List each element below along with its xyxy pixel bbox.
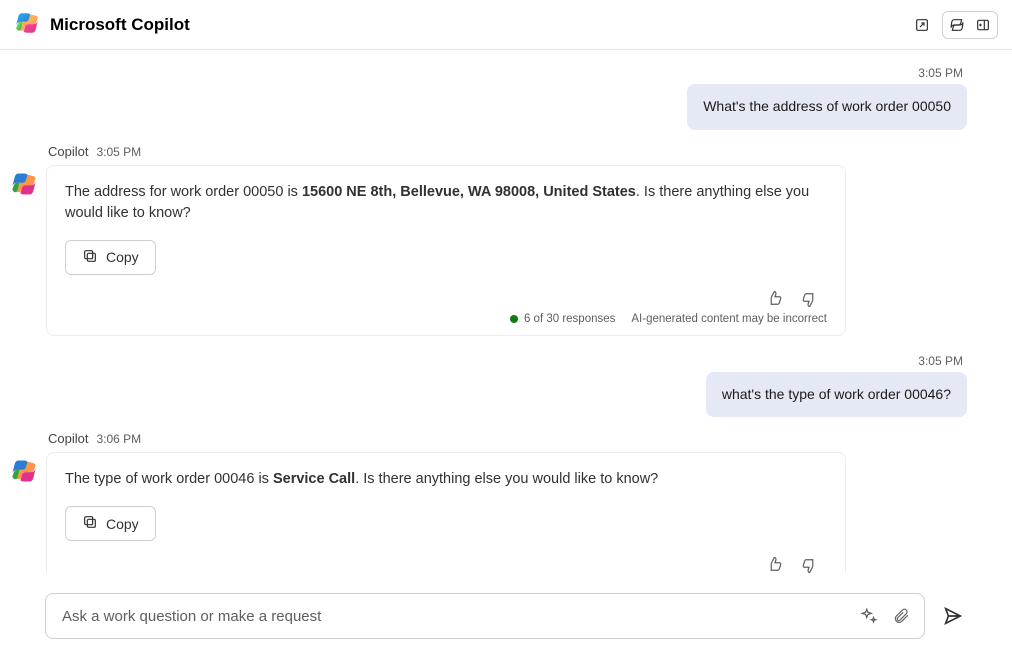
thumbs-up-icon[interactable] bbox=[763, 287, 787, 311]
thumbs-down-icon[interactable] bbox=[797, 553, 821, 573]
bot-message: Copilot 3:06 PM The type of work order 0… bbox=[10, 431, 967, 573]
composer-input[interactable] bbox=[62, 608, 858, 625]
user-message: 3:05 PM What's the address of work order… bbox=[10, 66, 967, 130]
thumbs-up-icon[interactable] bbox=[763, 553, 787, 573]
copy-icon bbox=[82, 514, 98, 533]
bot-card: The address for work order 00050 is 1560… bbox=[46, 165, 846, 336]
copy-icon bbox=[82, 248, 98, 267]
user-bubble: What's the address of work order 00050 bbox=[687, 84, 967, 130]
bot-message: Copilot 3:05 PM The address for work ord… bbox=[10, 144, 967, 336]
copilot-avatar-icon bbox=[10, 457, 38, 485]
feedback-row bbox=[65, 553, 827, 573]
ai-disclaimer: AI-generated content may be incorrect bbox=[631, 313, 827, 325]
composer-icons bbox=[858, 605, 912, 627]
sparkle-icon[interactable] bbox=[858, 605, 880, 627]
message-timestamp: 3:06 PM bbox=[96, 432, 141, 446]
composer bbox=[0, 573, 1012, 663]
status-dot-icon bbox=[510, 315, 518, 323]
copilot-logo-icon bbox=[14, 10, 40, 39]
card-footer: 6 of 30 responses AI-generated content m… bbox=[65, 313, 827, 325]
header-toggle-group bbox=[942, 11, 998, 39]
copilot-mode-icon[interactable] bbox=[944, 13, 970, 37]
bot-name: Copilot bbox=[48, 144, 88, 159]
thumbs-down-icon[interactable] bbox=[797, 287, 821, 311]
header-actions bbox=[908, 11, 998, 39]
message-timestamp: 3:05 PM bbox=[918, 354, 967, 368]
open-new-window-icon[interactable] bbox=[908, 11, 936, 39]
bot-meta: Copilot 3:05 PM bbox=[46, 144, 846, 159]
copy-label: Copy bbox=[106, 516, 139, 532]
bot-text: The type of work order 00046 is Service … bbox=[65, 469, 827, 490]
bot-text: The address for work order 00050 is 1560… bbox=[65, 182, 827, 224]
composer-input-wrap[interactable] bbox=[45, 593, 925, 639]
brand: Microsoft Copilot bbox=[14, 10, 190, 39]
copy-button[interactable]: Copy bbox=[65, 506, 156, 541]
user-message: 3:05 PM what's the type of work order 00… bbox=[10, 354, 967, 418]
bot-text-tail: . Is there anything else you would like … bbox=[355, 471, 658, 487]
attachment-icon[interactable] bbox=[890, 605, 912, 627]
brand-name: Microsoft Copilot bbox=[50, 15, 190, 35]
bot-text-bold: Service Call bbox=[273, 471, 355, 487]
bot-text-lead: The address for work order 00050 is bbox=[65, 184, 302, 200]
bot-name: Copilot bbox=[48, 431, 88, 446]
copilot-avatar-icon bbox=[10, 170, 38, 198]
app-header: Microsoft Copilot bbox=[0, 0, 1012, 50]
panel-collapse-icon[interactable] bbox=[970, 13, 996, 37]
message-timestamp: 3:05 PM bbox=[96, 145, 141, 159]
chat-scroll-area[interactable]: 3:05 PM What's the address of work order… bbox=[0, 50, 1012, 573]
bot-card: The type of work order 00046 is Service … bbox=[46, 452, 846, 573]
response-counter-text: 6 of 30 responses bbox=[524, 313, 615, 325]
bot-meta: Copilot 3:06 PM bbox=[46, 431, 846, 446]
response-counter: 6 of 30 responses bbox=[510, 313, 615, 325]
message-timestamp: 3:05 PM bbox=[918, 66, 967, 80]
copy-button[interactable]: Copy bbox=[65, 240, 156, 275]
bot-text-bold: 15600 NE 8th, Bellevue, WA 98008, United… bbox=[302, 184, 636, 200]
bot-text-lead: The type of work order 00046 is bbox=[65, 471, 273, 487]
send-button[interactable] bbox=[939, 602, 967, 630]
feedback-row bbox=[65, 287, 827, 311]
copy-label: Copy bbox=[106, 249, 139, 265]
user-bubble: what's the type of work order 00046? bbox=[706, 372, 967, 418]
